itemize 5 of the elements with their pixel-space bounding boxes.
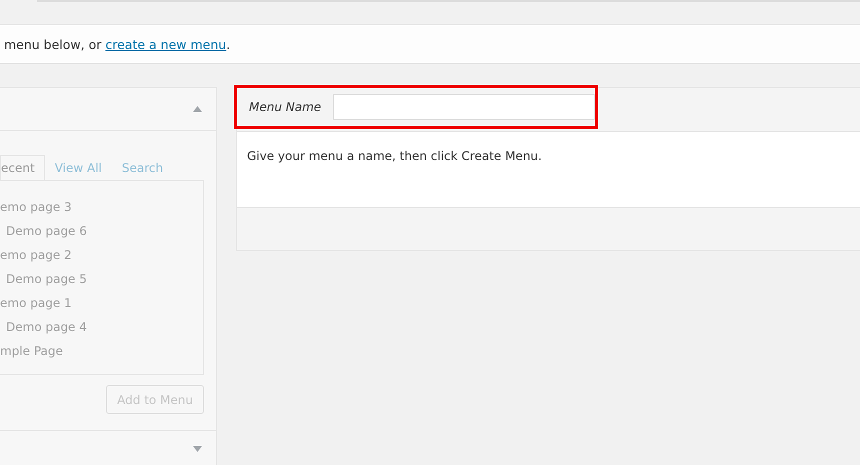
menu-name-label: Menu Name (249, 100, 322, 114)
notice-text: menu below, or create a new menu. (3, 36, 230, 52)
create-menu-link[interactable]: create a new menu (105, 36, 226, 52)
hint-text: Give your menu a name, then click Create Menu. (247, 149, 542, 163)
menu-name-field[interactable] (333, 94, 595, 120)
